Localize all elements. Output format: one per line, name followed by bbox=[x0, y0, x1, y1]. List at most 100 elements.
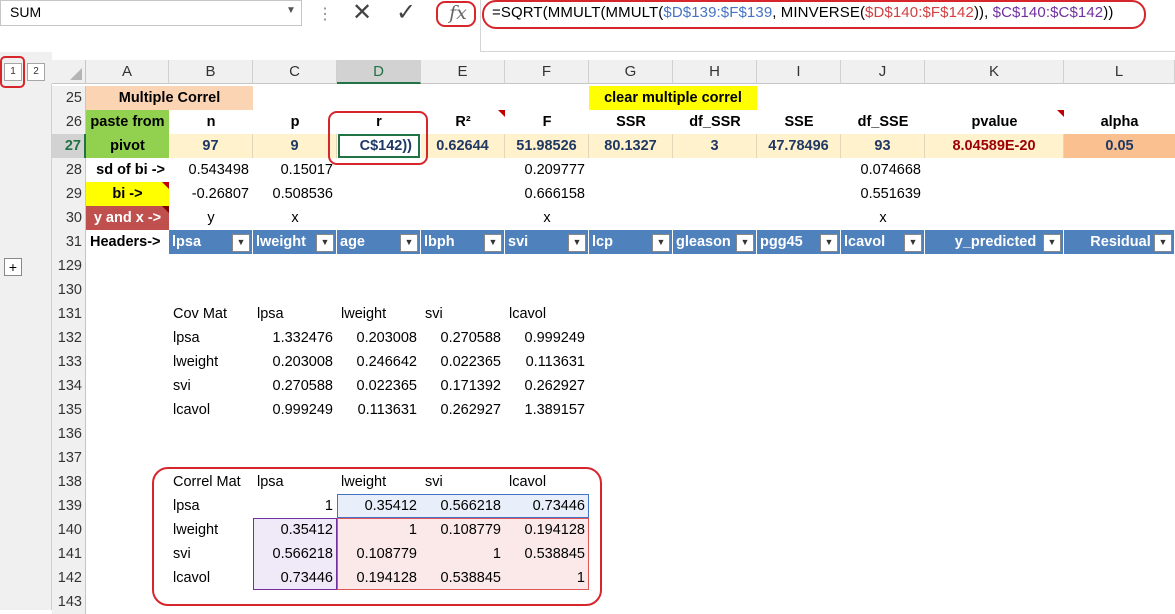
column-header-l[interactable]: L bbox=[1064, 60, 1175, 84]
row-header-130[interactable]: 130 bbox=[52, 278, 86, 302]
row-header-136[interactable]: 136 bbox=[52, 422, 86, 446]
column-header-e[interactable]: E bbox=[421, 60, 505, 84]
row-header-25[interactable]: 25 bbox=[52, 86, 86, 110]
cell-j27[interactable]: 93 bbox=[841, 134, 925, 158]
row-header-129[interactable]: 129 bbox=[52, 254, 86, 278]
row-header-134[interactable]: 134 bbox=[52, 374, 86, 398]
row-header-30[interactable]: 30 bbox=[52, 206, 86, 230]
outline-level-2-button[interactable]: 2 bbox=[27, 63, 45, 81]
cancel-icon[interactable]: ✕ bbox=[352, 0, 372, 27]
clear-multiple-correl-button[interactable]: clear multiple correl bbox=[589, 86, 757, 110]
filter-dropdown-icon[interactable]: ▼ bbox=[1154, 234, 1172, 252]
cov-mat-row-label[interactable]: lpsa bbox=[169, 326, 253, 350]
cov-mat-cell[interactable]: 0.113631 bbox=[337, 398, 421, 422]
cell-j30[interactable]: x bbox=[841, 206, 925, 230]
cov-mat-cell[interactable]: 0.270588 bbox=[253, 374, 337, 398]
table-header-lcp[interactable]: lcp ▼ bbox=[589, 230, 673, 254]
cov-mat-col-header[interactable]: lweight bbox=[337, 302, 421, 326]
cell-b27[interactable]: 97 bbox=[169, 134, 253, 158]
cell-a31-headers[interactable]: Headers-> bbox=[86, 230, 169, 254]
cell-c28[interactable]: 0.15017 bbox=[253, 158, 337, 182]
cell-a30-y-and-x[interactable]: y and x -> bbox=[86, 206, 169, 230]
cell-a25-multiple-correl[interactable]: Multiple Correl bbox=[86, 86, 253, 110]
table-header-y-predicted[interactable]: y_predicted ▼ bbox=[925, 230, 1064, 254]
cov-mat-col-header[interactable]: svi bbox=[421, 302, 505, 326]
column-header-d[interactable]: D bbox=[337, 60, 421, 84]
cell-j29[interactable]: 0.551639 bbox=[841, 182, 925, 206]
cell-j26[interactable]: df_SSE bbox=[841, 110, 925, 134]
cell-k26[interactable]: pvalue bbox=[925, 110, 1064, 134]
cell-a27-pivot[interactable]: pivot bbox=[86, 134, 169, 158]
column-header-a[interactable]: A bbox=[86, 60, 169, 84]
column-header-j[interactable]: J bbox=[841, 60, 925, 84]
filter-dropdown-icon[interactable]: ▼ bbox=[904, 234, 922, 252]
row-header-143[interactable]: 143 bbox=[52, 590, 86, 614]
row-header-26[interactable]: 26 bbox=[52, 110, 86, 134]
row-header-131[interactable]: 131 bbox=[52, 302, 86, 326]
table-header-lbph[interactable]: lbph ▼ bbox=[421, 230, 505, 254]
cov-mat-col-header[interactable]: lpsa bbox=[253, 302, 337, 326]
cov-mat-cell[interactable]: 1.389157 bbox=[505, 398, 589, 422]
cell-h26[interactable]: df_SSR bbox=[673, 110, 757, 134]
cov-mat-cell[interactable]: 0.203008 bbox=[337, 326, 421, 350]
cell-c30[interactable]: x bbox=[253, 206, 337, 230]
row-header-139[interactable]: 139 bbox=[52, 494, 86, 518]
table-header-lpsa[interactable]: lpsa ▼ bbox=[169, 230, 253, 254]
cell-g27[interactable]: 80.1327 bbox=[589, 134, 673, 158]
cell-c26[interactable]: p bbox=[253, 110, 337, 134]
row-header-29[interactable]: 29 bbox=[52, 182, 86, 206]
cov-mat-row-label[interactable]: lcavol bbox=[169, 398, 253, 422]
cell-f29[interactable]: 0.666158 bbox=[505, 182, 589, 206]
cell-l27-alpha[interactable]: 0.05 bbox=[1064, 134, 1175, 158]
table-header-residual[interactable]: Residual ▼ bbox=[1064, 230, 1175, 254]
cov-mat-cell[interactable]: 0.113631 bbox=[505, 350, 589, 374]
cell-i26[interactable]: SSE bbox=[757, 110, 841, 134]
cell-a28[interactable]: sd of bi -> bbox=[86, 158, 169, 182]
column-header-g[interactable]: G bbox=[589, 60, 673, 84]
name-box[interactable] bbox=[0, 0, 302, 26]
row-header-31[interactable]: 31 bbox=[52, 230, 86, 254]
cell-g26[interactable]: SSR bbox=[589, 110, 673, 134]
filter-dropdown-icon[interactable]: ▼ bbox=[232, 234, 250, 252]
filter-dropdown-icon[interactable]: ▼ bbox=[652, 234, 670, 252]
filter-dropdown-icon[interactable]: ▼ bbox=[568, 234, 586, 252]
cell-a29-bi[interactable]: bi -> bbox=[86, 182, 169, 206]
table-header-svi[interactable]: svi ▼ bbox=[505, 230, 589, 254]
cell-f27[interactable]: 51.98526 bbox=[505, 134, 589, 158]
cell-b26[interactable]: n bbox=[169, 110, 253, 134]
cell-i27[interactable]: 47.78496 bbox=[757, 134, 841, 158]
row-header-140[interactable]: 140 bbox=[52, 518, 86, 542]
filter-dropdown-icon[interactable]: ▼ bbox=[1043, 234, 1061, 252]
filter-dropdown-icon[interactable]: ▼ bbox=[316, 234, 334, 252]
column-header-h[interactable]: H bbox=[673, 60, 757, 84]
row-header-135[interactable]: 135 bbox=[52, 398, 86, 422]
column-header-c[interactable]: C bbox=[253, 60, 337, 84]
cov-mat-cell[interactable]: 0.999249 bbox=[253, 398, 337, 422]
cell-b29[interactable]: -0.26807 bbox=[169, 182, 253, 206]
name-box-dropdown-icon[interactable]: ▼ bbox=[286, 5, 296, 16]
cell-f30[interactable]: x bbox=[505, 206, 589, 230]
row-header-142[interactable]: 142 bbox=[52, 566, 86, 590]
cell-a26-paste-from[interactable]: paste from bbox=[86, 110, 169, 134]
column-header-f[interactable]: F bbox=[505, 60, 589, 84]
row-header-141[interactable]: 141 bbox=[52, 542, 86, 566]
cell-b28[interactable]: 0.543498 bbox=[169, 158, 253, 182]
row-header-137[interactable]: 137 bbox=[52, 446, 86, 470]
cov-mat-cell[interactable]: 0.022365 bbox=[337, 374, 421, 398]
cov-mat-cell[interactable]: 0.270588 bbox=[421, 326, 505, 350]
cell-f26[interactable]: F bbox=[505, 110, 589, 134]
cov-mat-col-header[interactable]: lcavol bbox=[505, 302, 589, 326]
cov-mat-cell[interactable]: 0.262927 bbox=[421, 398, 505, 422]
cell-b30[interactable]: y bbox=[169, 206, 253, 230]
enter-check-icon[interactable]: ✓ bbox=[396, 0, 416, 27]
cov-mat-cell[interactable]: 0.203008 bbox=[253, 350, 337, 374]
table-header-lcavol[interactable]: lcavol ▼ bbox=[841, 230, 925, 254]
row-header-27[interactable]: 27 bbox=[52, 134, 86, 158]
filter-dropdown-icon[interactable]: ▼ bbox=[400, 234, 418, 252]
filter-dropdown-icon[interactable]: ▼ bbox=[484, 234, 502, 252]
cov-mat-cell[interactable]: 1.332476 bbox=[253, 326, 337, 350]
table-header-age[interactable]: age ▼ bbox=[337, 230, 421, 254]
row-header-132[interactable]: 132 bbox=[52, 326, 86, 350]
cell-k27-pvalue[interactable]: 8.04589E-20 bbox=[925, 134, 1064, 158]
outline-expand-button[interactable]: + bbox=[4, 258, 22, 276]
